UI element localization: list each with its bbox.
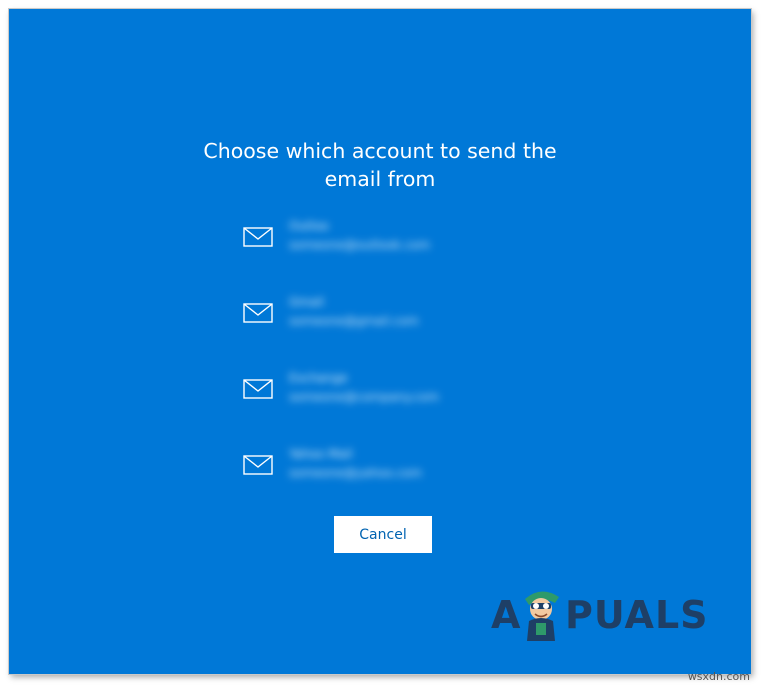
- dialog-title-line-1: Choose which account to send the: [203, 139, 557, 163]
- account-name: Yahoo Mail: [289, 447, 353, 461]
- account-picker-dialog: Choose which account to send the email f…: [9, 9, 751, 674]
- account-name: Gmail: [289, 295, 325, 309]
- account-address: someone@yahoo.com: [289, 466, 422, 480]
- account-option-1[interactable]: Outlook someone@outlook.com: [243, 219, 503, 265]
- account-name: Exchange: [289, 371, 348, 385]
- account-option-4[interactable]: Yahoo Mail someone@yahoo.com: [243, 447, 503, 493]
- mail-icon: [243, 379, 273, 399]
- logo-text-right: PUALS: [565, 593, 709, 637]
- account-address: someone@gmail.com: [289, 314, 419, 328]
- cancel-button[interactable]: Cancel: [334, 516, 432, 553]
- mail-icon: [243, 227, 273, 247]
- account-option-3[interactable]: Exchange someone@company.com: [243, 371, 503, 417]
- mail-icon: [243, 455, 273, 475]
- dialog-title-line-2: email from: [324, 167, 436, 191]
- watermark: wsxdn.com: [687, 670, 750, 683]
- account-address: someone@company.com: [289, 390, 440, 404]
- logo-text-left: A: [491, 593, 522, 637]
- dialog-title: Choose which account to send the email f…: [9, 137, 751, 193]
- mascot-icon: [525, 591, 559, 641]
- mail-icon: [243, 303, 273, 323]
- account-option-2[interactable]: Gmail someone@gmail.com: [243, 295, 503, 341]
- appuals-logo: A PUALS: [491, 585, 711, 645]
- account-name: Outlook: [289, 219, 329, 233]
- account-address: someone@outlook.com: [289, 238, 431, 252]
